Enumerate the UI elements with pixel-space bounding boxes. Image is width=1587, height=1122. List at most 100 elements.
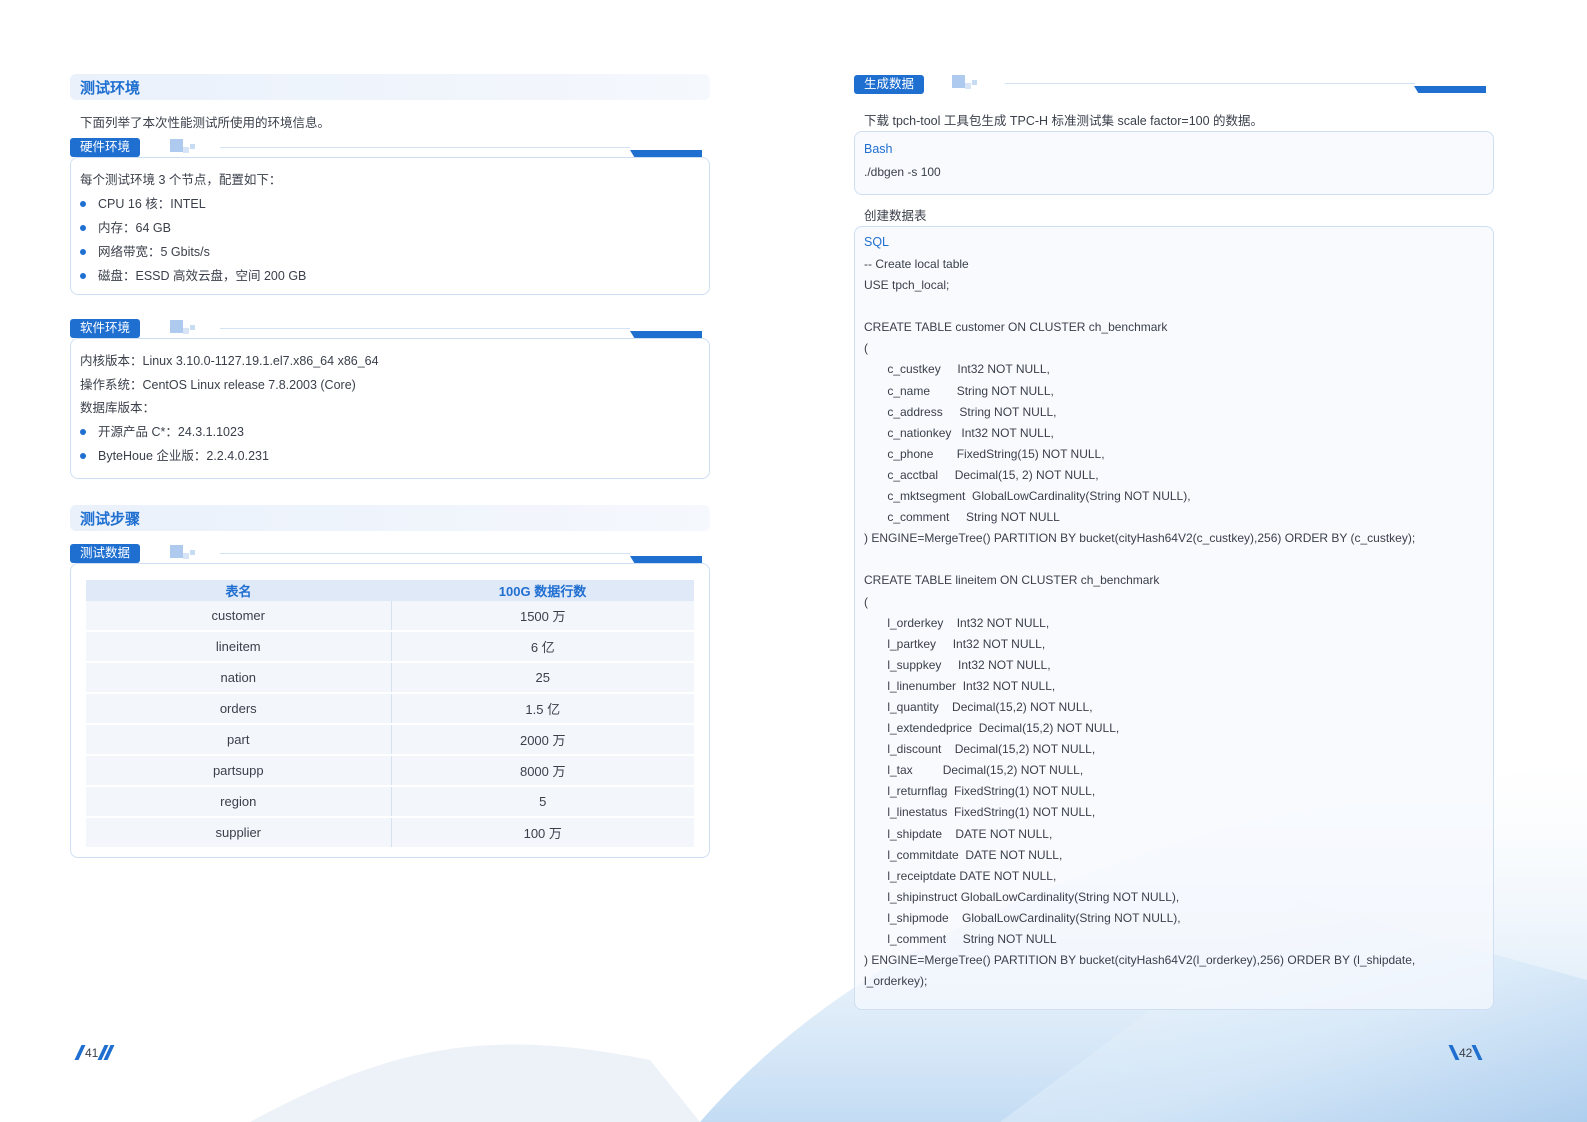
code-line: c_acctbal Decimal(15, 2) NOT NULL, [864,467,1099,482]
table-row: customer 1500 万 [86,601,694,632]
code-line: l_comment String NOT NULL [864,932,1057,946]
hardware-item: 网络带宽：5 Gbits/s [80,241,210,260]
table-cell: supplier [86,817,392,849]
table-cell: partsupp [86,755,392,787]
page-number-right: 42 [1448,1045,1483,1060]
code-language-label: Bash [864,142,893,156]
software-item: ByteHoue 企业版：2.2.4.0.231 [80,445,269,464]
code-line: c_comment String NOT NULL [864,510,1060,525]
bullet-icon [80,452,86,459]
tag-decoration-icon [952,75,982,95]
table-row: partsupp 8000 万 [86,755,694,787]
tag-accent-bar [1414,86,1486,93]
bash-code: ./dbgen -s 100 [864,165,941,179]
bash-code-block [854,131,1494,195]
table-row: region 5 [86,786,694,818]
table-header-cell: 表名 [86,580,391,601]
sql-code: -- Create local table USE tpch_local; CRE… [864,254,1415,992]
software-item: 开源产品 C*：24.3.1.1023 [80,421,244,440]
code-line: l_partkey Int32 NOT NULL, [864,636,1046,651]
table-row: supplier 100 万 [86,817,694,849]
code-line: l_tax Decimal(15,2) NOT NULL, [864,763,1084,778]
table-row: lineitem 6 亿 [86,631,694,663]
code-line: l_linestatus FixedString(1) NOT NULL, [864,805,1096,820]
table-cell: 100 万 [391,817,694,849]
table-cell: 1500 万 [391,601,694,632]
code-line: l_extendedprice Decimal(15,2) NOT NULL, [864,721,1120,736]
hardware-intro: 每个测试环境 3 个节点，配置如下： [80,173,282,187]
code-language-label: SQL [864,235,890,249]
section-title-text: 测试步骤 [80,511,141,528]
page-number-left: 41 [74,1045,115,1060]
table-cell: customer [86,601,392,632]
tag-accent-bar [630,556,702,563]
bullet-icon [80,428,86,435]
tag-decoration-icon [170,320,200,340]
tag-accent-bar [630,150,702,157]
code-line: CREATE TABLE customer ON CLUSTER ch_benc… [864,320,1168,335]
code-line: c_address String NOT NULL, [864,404,1057,419]
tag-software: 软件环境 [70,319,141,338]
table-cell: 6 亿 [391,631,694,663]
table-cell: orders [86,693,392,725]
bullet-icon [80,200,86,207]
code-line: l_orderkey); [864,974,928,989]
code-line: ( [864,341,868,356]
table-cell: 8000 万 [391,755,694,787]
table-cell: part [86,724,392,756]
table-row: nation 25 [86,662,694,694]
bullet-icon [80,224,86,231]
hardware-item: 内存：64 GB [80,217,171,236]
code-line: c_mktsegment GlobalLowCardinality(String… [864,489,1191,504]
tag-decoration-icon [170,545,200,565]
code-line: l_returnflag FixedString(1) NOT NULL, [864,784,1096,799]
hardware-item: 磁盘：ESSD 高效云盘，空间 200 GB [80,265,306,284]
code-line: l_linenumber Int32 NOT NULL, [864,678,1056,693]
code-line: ) ENGINE=MergeTree() PARTITION BY bucket… [864,953,1416,968]
table-cell: 1.5 亿 [391,693,694,725]
code-line: l_shipinstruct GlobalLowCardinality(Stri… [864,889,1180,904]
code-line: CREATE TABLE lineitem ON CLUSTER ch_benc… [864,573,1160,588]
tag-hardware: 硬件环境 [70,138,141,157]
tag-divider [220,147,630,148]
software-line: 操作系统：CentOS Linux release 7.8.2003 (Core… [80,378,356,392]
table-header-cell: 100G 数据行数 [391,580,694,601]
code-line: -- Create local table [864,257,969,271]
tag-accent-bar [630,331,702,338]
code-line: l_commitdate DATE NOT NULL, [864,847,1063,862]
section-intro: 下面列举了本次性能测试所使用的环境信息。 [80,116,331,130]
table-cell: lineitem [86,631,392,663]
code-line: l_suppkey Int32 NOT NULL, [864,657,1051,672]
code-line: l_shipdate DATE NOT NULL, [864,826,1053,841]
software-line: 数据库版本： [80,401,156,415]
hardware-item: CPU 16 核：INTEL [80,193,206,212]
tag-decoration-icon [170,139,200,159]
table-cell: 25 [391,662,694,694]
table-cell: 2000 万 [391,724,694,756]
table-header-row: 表名 100G 数据行数 [86,580,694,601]
code-line: ) ENGINE=MergeTree() PARTITION BY bucket… [864,531,1416,546]
tag-divider [220,553,630,554]
tag-test-data: 测试数据 [70,544,141,563]
bullet-icon [80,272,86,279]
code-line: l_quantity Decimal(15,2) NOT NULL, [864,699,1093,714]
create-table-label: 创建数据表 [864,209,927,223]
code-line: c_phone FixedString(15) NOT NULL, [864,446,1105,461]
code-line: c_custkey Int32 NOT NULL, [864,362,1050,377]
code-line: ( [864,594,868,609]
software-line: 内核版本：Linux 3.10.0-1127.19.1.el7.x86_64 x… [80,354,379,368]
section-title-text: 测试环境 [80,80,141,97]
code-line: l_orderkey Int32 NOT NULL, [864,615,1050,630]
code-line: l_shipmode GlobalLowCardinality(String N… [864,910,1181,925]
table-row: orders 1.5 亿 [86,693,694,725]
tag-divider [220,328,630,329]
section-title-test-env: 测试环境 [70,74,710,100]
test-data-table: 表名 100G 数据行数 customer 1500 万 lineitem 6 亿 … [86,580,694,849]
bullet-icon [80,248,86,255]
generate-intro: 下载 tpch-tool 工具包生成 TPC-H 标准测试集 scale fac… [864,114,1264,128]
code-line: c_nationkey Int32 NOT NULL, [864,425,1054,440]
table-cell: 5 [391,786,694,818]
code-line: USE tpch_local; [864,278,950,293]
